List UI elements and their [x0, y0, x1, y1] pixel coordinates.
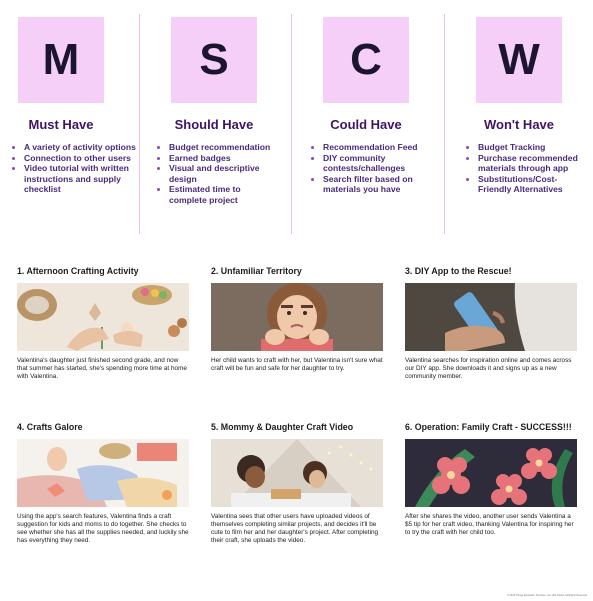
story-panel-2: 2. Unfamiliar Territory Her child wants … — [211, 266, 383, 373]
panel-title: 1. Afternoon Crafting Activity — [17, 266, 139, 276]
phone-in-hand-photo — [405, 283, 577, 351]
list-item: Purchase recommended materials through a… — [478, 153, 590, 174]
story-panel-6: 6. Operation: Family Craft - SUCCESS!!! — [405, 422, 577, 537]
panel-caption: After she shares the video, another user… — [405, 513, 574, 536]
crafting-table-photo — [17, 283, 189, 351]
feature-list: A variety of activity options Connection… — [0, 142, 144, 195]
story-panel-3: 3. DIY App to the Rescue! Valentina sear… — [405, 266, 577, 381]
must-have-column: M Must Have A variety of activity option… — [0, 14, 136, 195]
phone-in-hand-illustration — [405, 283, 577, 351]
feature-list: Budget recommendation Earned badges Visu… — [139, 142, 279, 205]
pouting-girl-illustration — [211, 283, 383, 351]
paper-crafts-photo — [17, 439, 189, 507]
panel-caption: Her child wants to craft with her, but V… — [211, 357, 383, 372]
story-panel-5: 5. Mommy & Daughter Craft Video Valentin… — [211, 422, 383, 545]
pouting-girl-photo — [211, 283, 383, 351]
mother-daughter-tent-photo — [211, 439, 383, 507]
paper-flowers-photo — [405, 439, 577, 507]
list-item: Budget recommendation — [169, 142, 279, 153]
letter-box-c: C — [323, 17, 409, 103]
list-item: Video tutorial with written instructions… — [24, 163, 144, 195]
panel-caption: Using the app's search features, Valenti… — [17, 513, 189, 544]
story-panel-4: 4. Crafts Galore Using the app's search … — [17, 422, 189, 545]
list-item: Substitutions/Cost-Friendly Alternatives — [478, 174, 590, 195]
list-item: Recommendation Feed — [323, 142, 435, 153]
panel-title: 5. Mommy & Daughter Craft Video — [211, 422, 354, 432]
list-item: A variety of activity options — [24, 142, 144, 153]
panel-caption: Valentina's daughter just finished secon… — [17, 357, 187, 380]
mscw-section: M Must Have A variety of activity option… — [0, 0, 593, 240]
list-item: Earned badges — [169, 153, 279, 164]
paper-crafts-illustration — [17, 439, 189, 507]
story-panel-1: 1. Afternoon Crafting Activity Valentina… — [17, 266, 189, 381]
panel-title: 2. Unfamiliar Territory — [211, 266, 302, 276]
list-item: DIY community contests/challenges — [323, 153, 435, 174]
panel-caption: Valentina searches for inspiration onlin… — [405, 357, 572, 380]
column-heading: Should Have — [174, 117, 254, 132]
list-item: Budget Tracking — [478, 142, 590, 153]
feature-list: Recommendation Feed DIY community contes… — [291, 142, 435, 195]
list-item: Visual and descriptive design — [169, 163, 279, 184]
letter-box-m: M — [18, 17, 104, 103]
copyright-text: © 2023 Things Education Services, LLC db… — [507, 594, 588, 597]
column-heading: Must Have — [28, 117, 94, 132]
panel-title: 3. DIY App to the Rescue! — [405, 266, 512, 276]
column-heading: Won't Have — [483, 117, 555, 132]
feature-list: Budget Tracking Purchase recommended mat… — [444, 142, 590, 195]
list-item: Connection to other users — [24, 153, 144, 164]
mother-daughter-tent-illustration — [211, 439, 383, 507]
column-heading: Could Have — [330, 117, 402, 132]
panel-caption: Valentina sees that other users have upl… — [211, 513, 379, 544]
panel-title: 4. Crafts Galore — [17, 422, 83, 432]
crafting-table-illustration — [17, 283, 189, 351]
panel-title: 6. Operation: Family Craft - SUCCESS!!! — [405, 422, 572, 432]
letter-box-s: S — [171, 17, 257, 103]
wont-have-column: W Won't Have Budget Tracking Purchase re… — [444, 14, 593, 195]
list-item: Estimated time to complete project — [169, 184, 279, 205]
list-item: Search filter based on materials you hav… — [323, 174, 435, 195]
letter-box-w: W — [476, 17, 562, 103]
could-have-column: C Could Have Recommendation Feed DIY com… — [291, 14, 441, 195]
paper-flowers-illustration — [405, 439, 577, 507]
should-have-column: S Should Have Budget recommendation Earn… — [139, 14, 289, 205]
